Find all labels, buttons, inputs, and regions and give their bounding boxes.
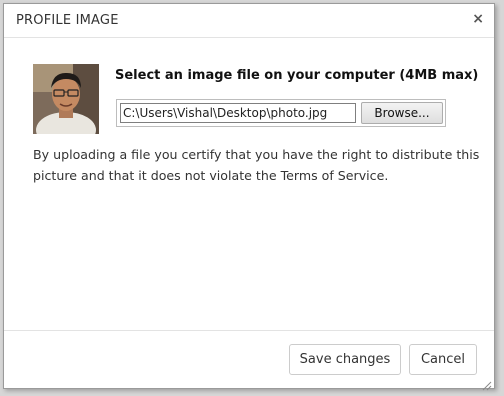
profile-image-dialog: PROFILE IMAGE × Select an image file on …	[3, 3, 495, 391]
resize-grip-icon[interactable]	[482, 376, 492, 391]
profile-photo-preview	[33, 64, 99, 134]
file-picker: C:\Users\Vishal\Desktop\photo.jpg Browse…	[116, 99, 446, 127]
upload-disclaimer: By uploading a file you certify that you…	[33, 147, 480, 183]
file-path-field[interactable]: C:\Users\Vishal\Desktop\photo.jpg	[120, 103, 356, 123]
cancel-button[interactable]: Cancel	[409, 344, 477, 375]
browse-button[interactable]: Browse...	[361, 102, 443, 124]
close-icon[interactable]: ×	[472, 11, 484, 27]
dialog-header: PROFILE IMAGE ×	[4, 4, 494, 38]
save-changes-button[interactable]: Save changes	[289, 344, 401, 375]
dialog-title: PROFILE IMAGE	[16, 13, 119, 28]
upload-prompt: Select an image file on your computer (4…	[115, 68, 479, 83]
dialog-footer: Save changes Cancel	[4, 330, 494, 388]
